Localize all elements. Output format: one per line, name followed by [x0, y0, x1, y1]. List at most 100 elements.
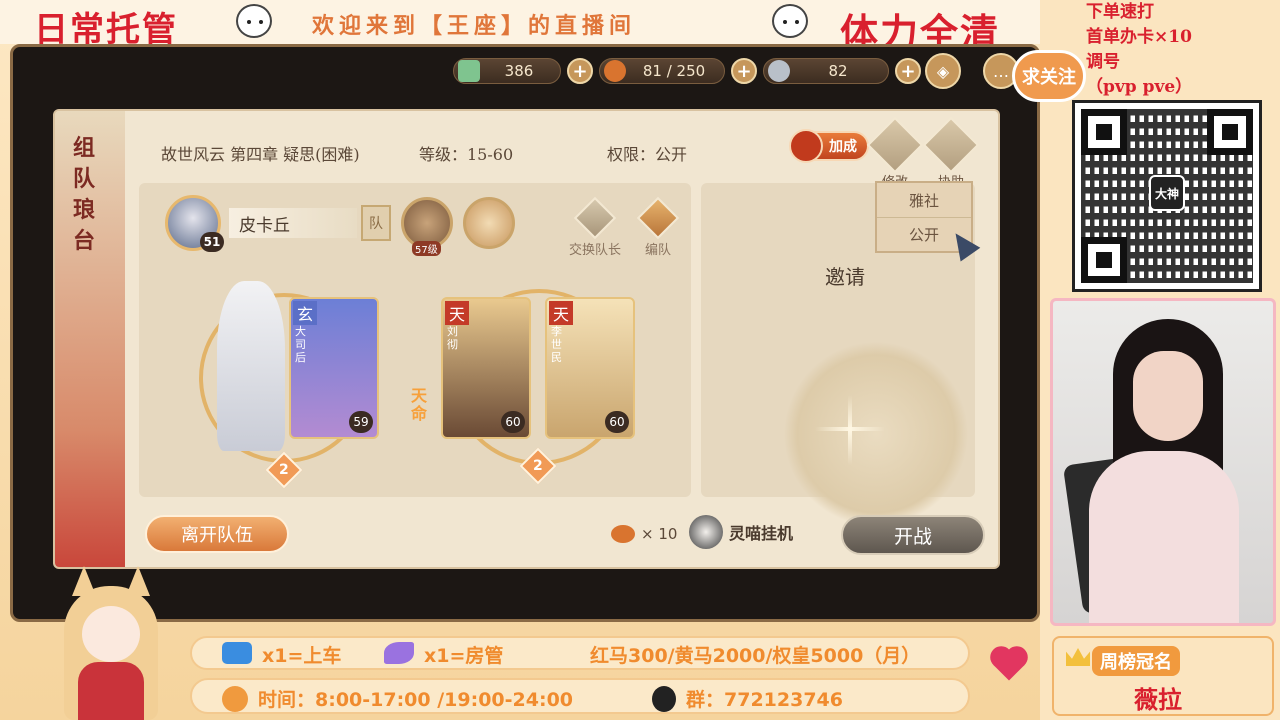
auto-battle-toggle[interactable]: 灵喵挂机 [689, 515, 793, 549]
stream-overlay: 日常托管 欢迎来到【王座】的直播间 体力全清 386 + 81 / 250 + … [0, 0, 1280, 720]
character-figure [217, 281, 285, 451]
stamina-food-icon [611, 525, 635, 543]
resource-ticket: 82 [763, 58, 889, 84]
hero-name: 李世民 [551, 325, 562, 364]
player-level: 51 [200, 232, 224, 252]
pet-avatar-icon[interactable] [463, 197, 515, 249]
qr-finder [1081, 109, 1127, 155]
star-count: 2 [533, 458, 543, 474]
hero-card[interactable]: 玄 大司后 59 [289, 297, 379, 439]
dialog-side-banner: 组队琅台 [55, 111, 125, 567]
add-jade-button[interactable]: + [567, 58, 593, 84]
assist-icon [922, 116, 980, 174]
info-admin: x1=房管 [424, 645, 504, 667]
chapter-label: 故世风云 第四章 疑思(困难) [161, 145, 360, 164]
cat-decoration-icon [772, 4, 808, 38]
formation-label: 编队 [644, 243, 671, 258]
dropdown-option-private[interactable]: 雅社 [877, 183, 971, 217]
add-member-plus-icon [848, 395, 852, 465]
edit-icon [866, 116, 924, 174]
resource-bar: 386 + 81 / 250 + 82 + [453, 55, 921, 87]
add-ticket-button[interactable]: + [895, 58, 921, 84]
info-board: x1=上车 [262, 645, 342, 667]
resource-jade: 386 [453, 58, 561, 84]
qr-finder [1081, 237, 1127, 283]
webcam-feed [1050, 298, 1276, 626]
hero-card[interactable]: 天 李世民 60 [545, 297, 635, 439]
leader-row: 51 皮卡丘 队 57级 [165, 195, 515, 256]
player-name: 皮卡丘 [229, 208, 357, 238]
resource-value: 82 [828, 62, 848, 80]
cat-icon [689, 515, 723, 549]
ticket-icon [768, 60, 790, 82]
swap-icon [573, 196, 617, 240]
info-group: 群：772123746 [686, 689, 843, 711]
qr-code: 大神 [1072, 100, 1262, 292]
weekly-title: 周榜冠名 [1092, 646, 1180, 676]
add-member-slot[interactable] [783, 341, 969, 527]
cat-decoration-icon [236, 4, 272, 38]
weekly-champion-name: 薇拉 [1134, 685, 1182, 714]
add-stamina-button[interactable]: + [731, 58, 757, 84]
hero-card[interactable]: 天 刘彻 60 [441, 297, 531, 439]
invite-label: 邀请 [825, 265, 865, 289]
heart-icon [993, 649, 1025, 681]
dialog-title: 组队琅台 [73, 135, 96, 254]
bag-icon[interactable]: ◈ [925, 53, 961, 89]
info-prices: 红马300/黄马2000/权皇5000（月） [590, 645, 921, 667]
ticket-icon [222, 642, 252, 664]
wings-icon [384, 642, 414, 664]
follow-button[interactable]: 求关注 [1012, 50, 1086, 102]
badge-level: 57级 [412, 241, 441, 256]
auto-battle-label: 灵喵挂机 [729, 524, 794, 543]
swap-leader-label: 交换队长 [569, 243, 622, 258]
hero-level: 60 [501, 411, 525, 433]
promo-line: 下单速打 [1086, 2, 1154, 22]
fox-mascot [56, 566, 166, 720]
hero-name: 刘彻 [447, 325, 458, 351]
fate-label: 天命 [411, 386, 428, 423]
leave-team-button[interactable]: 离开队伍 [145, 515, 289, 553]
crown-icon [1066, 648, 1090, 666]
resource-stamina: 81 / 250 [599, 58, 725, 84]
team-tag: 队 [361, 205, 391, 241]
team-dialog: 组队琅台 故世风云 第四章 疑思(困难) 等级：15-60 权限：公开 加成 修… [55, 111, 998, 567]
hero-level: 59 [349, 411, 373, 433]
hero-name: 大司后 [295, 325, 306, 364]
start-battle-button[interactable]: 开战 [841, 515, 985, 555]
level-range: 等级：15-60 [419, 145, 514, 164]
welcome-text: 欢迎来到【王座】的直播间 [312, 14, 637, 39]
qr-logo: 大神 [1149, 175, 1185, 211]
streamer-face [1133, 351, 1203, 441]
avatar[interactable]: 51 [165, 195, 224, 252]
resource-value: 386 [504, 62, 534, 80]
formation-button[interactable]: 编队 [636, 196, 680, 258]
alarm-clock-icon [222, 686, 248, 712]
swap-leader-button[interactable]: 交换队长 [569, 196, 622, 258]
bonus-button[interactable]: 加成 [789, 129, 869, 163]
promo-text: 下单速打 首单办卡×10 调号 （pvp pve） [1086, 0, 1192, 100]
cost-value: × 10 [641, 525, 678, 543]
formation-icon [636, 196, 680, 240]
tier-badge: 天 [445, 301, 469, 325]
hero-level: 60 [605, 411, 629, 433]
tier-badge: 天 [549, 301, 573, 325]
mascot-face [82, 606, 140, 662]
bonus-icon [789, 129, 823, 163]
weekly-ranking-box: 周榜冠名 薇拉 [1052, 636, 1274, 716]
cost-display: × 10 [611, 525, 677, 543]
mascot-dress [78, 662, 144, 720]
promo-line: 首单办卡×10 [1086, 27, 1192, 47]
promo-line: 调号 [1086, 52, 1120, 72]
promo-line: （pvp pve） [1086, 77, 1193, 97]
bonus-label: 加成 [829, 139, 857, 155]
resource-value: 81 / 250 [642, 62, 706, 80]
jade-icon [458, 60, 480, 82]
qr-finder [1207, 109, 1253, 155]
guild-badge-icon[interactable]: 57级 [401, 197, 453, 256]
stamina-food-icon [604, 60, 626, 82]
info-time: 时间：8:00-17:00 /19:00-24:00 [258, 689, 574, 711]
permission-label: 权限：公开 [607, 145, 688, 164]
streamer-body [1089, 451, 1239, 623]
star-count: 2 [279, 462, 289, 478]
